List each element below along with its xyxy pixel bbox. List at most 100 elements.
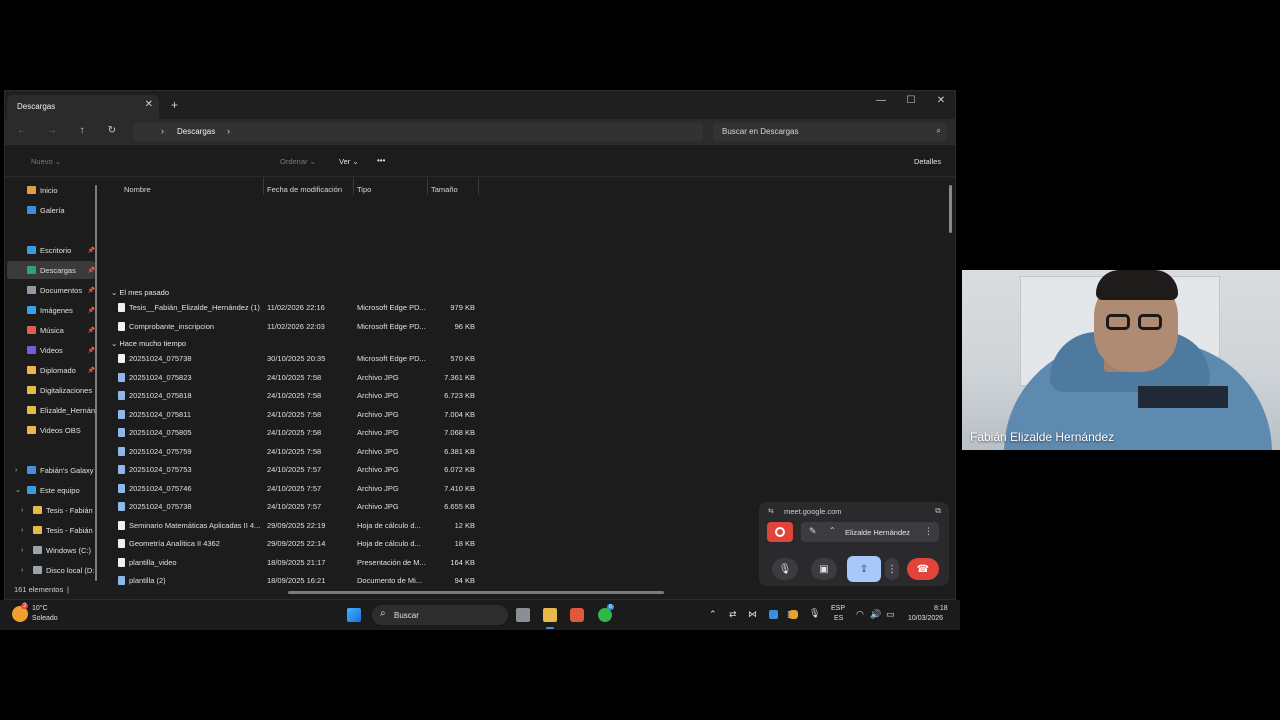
column-divider[interactable] [263, 177, 264, 195]
file-row[interactable]: 20251024_075759 24/10/2025 7:58 Archivo JP… [105, 443, 485, 461]
column-divider[interactable] [478, 177, 479, 195]
new-tab-button[interactable]: + [171, 98, 178, 112]
file-row[interactable]: 20251024_075738 24/10/2025 7:57 Archivo JP… [105, 498, 485, 516]
file-row[interactable]: Comprobante_inscripcion 11/02/2026 22:03 M… [105, 318, 485, 336]
view-button[interactable]: Ver ⌄ [339, 157, 359, 166]
search-input[interactable]: Buscar en Descargas ⌕ [713, 123, 947, 141]
sidebar-item-folder-3[interactable]: › Tesis - Fabián I [7, 521, 95, 539]
back-button[interactable]: ← [15, 125, 29, 136]
clock-date[interactable]: 10/03/2026 [908, 615, 943, 622]
column-date[interactable]: Fecha de modificación [267, 185, 342, 194]
volume-icon[interactable]: 🔊 [870, 609, 881, 620]
clock-time[interactable]: 8:18 [934, 605, 948, 612]
expand-icon[interactable]: ⌃ [829, 526, 836, 535]
refresh-button[interactable]: ↻ [105, 125, 119, 136]
language-region[interactable]: ES [834, 615, 843, 622]
sidebar-item-computer-1[interactable]: ⌄ Este equipo [7, 481, 95, 499]
file-row[interactable]: 20251024_075753 24/10/2025 7:57 Archivo JP… [105, 461, 485, 479]
sidebar-scrollbar[interactable] [95, 185, 97, 581]
more-vert-icon[interactable]: ⋮ [924, 526, 933, 537]
end-call-button[interactable]: ☎ [907, 558, 939, 580]
file-row[interactable]: plantilla_video 18/09/2025 21:17 Presentac… [105, 554, 485, 572]
sidebar-item-música[interactable]: Música 📌 [7, 321, 95, 339]
details-button[interactable]: Detalles [914, 157, 941, 166]
sidebar-item-digitalizaciones[interactable]: Digitalizaciones [7, 381, 95, 399]
close-window-button[interactable]: ✕ [931, 95, 951, 106]
up-button[interactable]: ↑ [75, 125, 89, 136]
battery-icon[interactable]: ▭ [886, 609, 895, 620]
file-row[interactable]: 20251024_075823 24/10/2025 7:58 Archivo JP… [105, 369, 485, 387]
sidebar-item-descargas[interactable]: Descargas 📌 [7, 261, 95, 279]
start-icon[interactable] [347, 608, 361, 622]
chevron-right-icon[interactable]: › [21, 527, 23, 534]
sort-button[interactable]: Ordenar ⌄ [280, 157, 316, 166]
sidebar-item-imágenes[interactable]: Imágenes 📌 [7, 301, 95, 319]
more-options-button[interactable]: ⋮ [885, 558, 899, 580]
annotate-icon[interactable]: ✎ [809, 526, 817, 537]
chevron-right-icon[interactable]: › [21, 507, 23, 514]
file-row[interactable]: 20251024_075805 24/10/2025 7:58 Archivo JP… [105, 424, 485, 442]
file-list-scrollbar[interactable] [949, 185, 952, 233]
sidebar-item-documentos[interactable]: Documentos 📌 [7, 281, 95, 299]
tray-app3-icon[interactable] [789, 610, 798, 619]
record-button[interactable] [767, 522, 793, 542]
chevron-right-icon[interactable]: › [15, 467, 17, 474]
sidebar-item-drive-4[interactable]: › Windows (C:) [7, 541, 95, 559]
maximize-button[interactable]: ☐ [901, 95, 921, 106]
breadcrumb-descargas[interactable]: Descargas [177, 127, 215, 136]
settings-icon[interactable]: ⇆ [768, 507, 774, 515]
column-divider[interactable] [353, 177, 354, 195]
address-bar[interactable]: › Descargas › [133, 123, 703, 141]
brave-browser-icon[interactable] [570, 608, 584, 622]
chevron-right-icon[interactable]: › [227, 126, 230, 136]
tab-descargas[interactable]: Descargas ✕ [7, 95, 159, 119]
switch-icon[interactable]: ⇄ [729, 609, 737, 620]
horizontal-scrollbar[interactable] [288, 591, 664, 594]
network-activity-icon[interactable]: ⋈ [748, 609, 757, 620]
wifi-icon[interactable]: ◠ [856, 609, 864, 620]
column-name[interactable]: Nombre [124, 185, 151, 194]
sidebar-item-drive-5[interactable]: › Disco local (D: [7, 561, 95, 579]
chevron-down-icon[interactable]: ⌄ [15, 486, 21, 494]
present-button[interactable]: ⇪ [847, 556, 881, 582]
chevron-right-icon[interactable]: › [21, 547, 23, 554]
more-options-icon[interactable]: ••• [377, 156, 385, 165]
file-row[interactable]: 20251024_075818 24/10/2025 7:58 Archivo JP… [105, 387, 485, 405]
sidebar-item-galería[interactable]: Galería [7, 201, 95, 219]
task-view-icon[interactable] [516, 608, 530, 622]
sidebar-item-folder-2[interactable]: › Tesis - Fabián I [7, 501, 95, 519]
group-header[interactable]: ⌄ Hace mucho tiempo [111, 339, 186, 348]
column-size[interactable]: Tamaño [431, 185, 458, 194]
column-type[interactable]: Tipo [357, 185, 371, 194]
tray-app-icon[interactable] [769, 610, 778, 619]
presenter-bar[interactable]: ✎ ⌃ Elizalde Hernández ⋮ [801, 522, 939, 542]
file-row[interactable]: 20251024_075738 30/10/2025 20:35 Microsoft… [105, 350, 485, 368]
weather-temp[interactable]: 10°C [32, 605, 48, 612]
pip-icon[interactable]: ⧉ [935, 506, 941, 516]
sidebar-item-elizalde-hernán[interactable]: Elizalde_Hernán [7, 401, 95, 419]
tray-chevron-icon[interactable]: ⌃ [709, 609, 717, 620]
group-header[interactable]: ⌄ El mes pasado [111, 288, 169, 297]
file-row[interactable]: Seminario Matemáticas Aplicadas II 4... 2… [105, 517, 485, 535]
file-explorer-taskbar-icon[interactable] [543, 608, 557, 622]
column-divider[interactable] [427, 177, 428, 195]
taskbar-search[interactable]: ⌕ Buscar [372, 605, 508, 625]
forward-button[interactable]: → [45, 125, 59, 136]
file-row[interactable]: plantilla (2) 18/09/2025 16:21 Documento d… [105, 572, 485, 585]
sidebar-item-diplomado[interactable]: Diplomado 📌 [7, 361, 95, 379]
sidebar-item-escritorio[interactable]: Escritorio 📌 [7, 241, 95, 259]
sidebar-item-videos-obs[interactable]: Videos OBS [7, 421, 95, 439]
microphone-icon[interactable]: 🎙 [809, 608, 820, 619]
sidebar-item-videos[interactable]: Videos 📌 [7, 341, 95, 359]
file-row[interactable]: Geometría Analítica II 4362 29/09/2025 22… [105, 535, 485, 553]
minimize-button[interactable]: — [871, 95, 891, 106]
sidebar-item-inicio[interactable]: Inicio [7, 181, 95, 199]
microphone-button[interactable]: 🎙 [772, 558, 798, 580]
chevron-right-icon[interactable]: › [21, 567, 23, 574]
file-row[interactable]: 20251024_075811 24/10/2025 7:58 Archivo JP… [105, 406, 485, 424]
language-code[interactable]: ESP [831, 605, 845, 612]
weather-text[interactable]: Soleado [32, 615, 58, 622]
file-row[interactable]: 20251024_075746 24/10/2025 7:57 Archivo JP… [105, 480, 485, 498]
camera-button[interactable]: ▣ [811, 558, 837, 580]
whatsapp-icon[interactable] [598, 608, 612, 622]
